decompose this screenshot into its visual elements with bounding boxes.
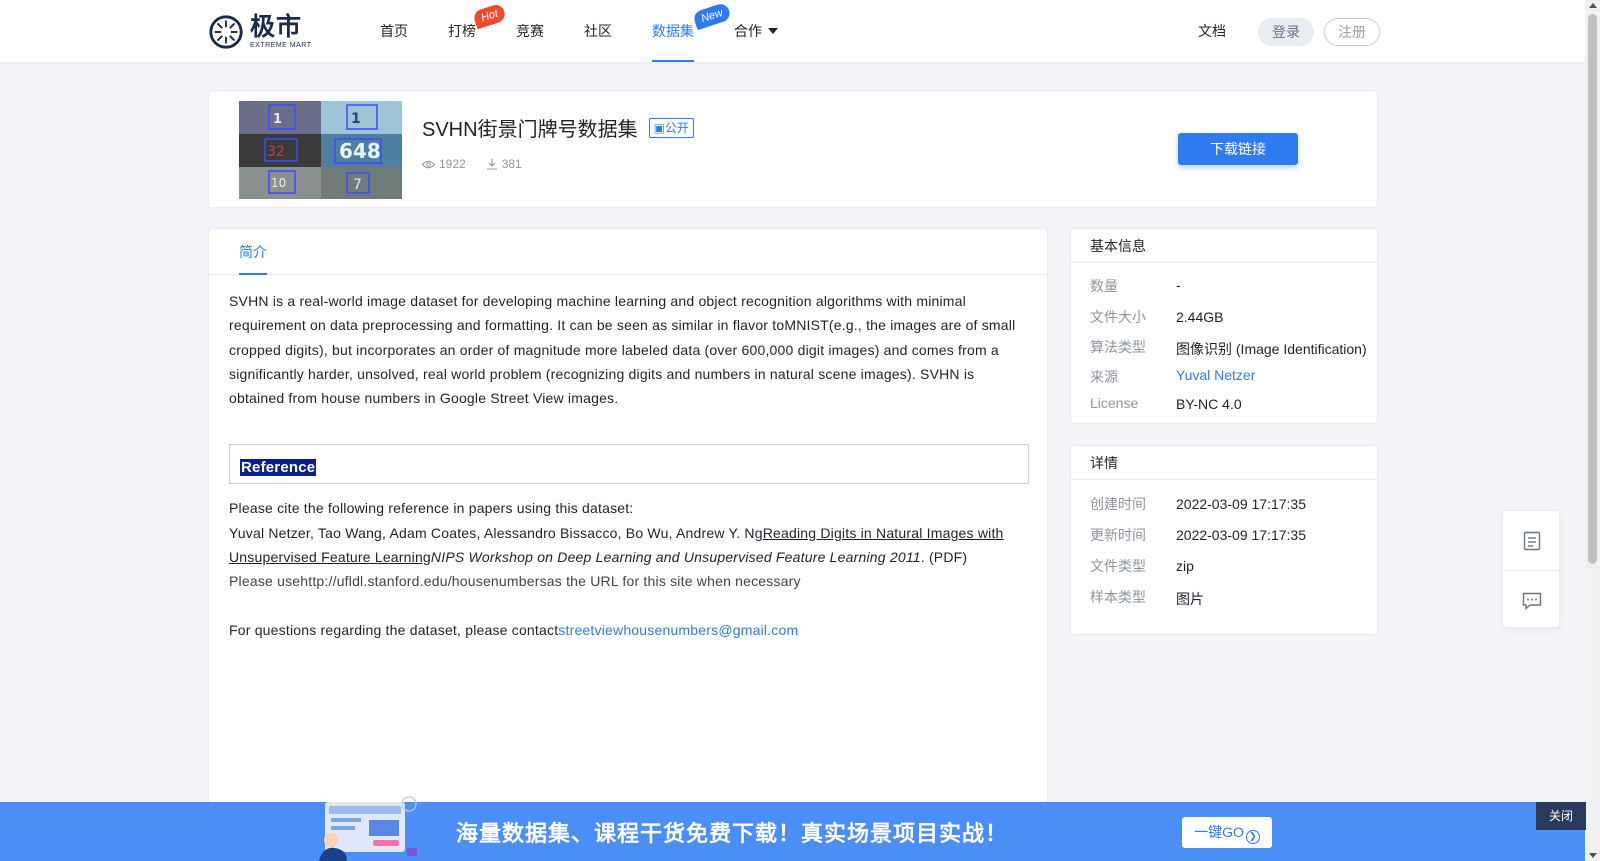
register-button[interactable]: 注册 [1324, 18, 1380, 46]
logo-icon [209, 15, 243, 49]
dataset-stats: 1922 381 [422, 157, 542, 171]
source-link[interactable]: Yuval Netzer [1176, 367, 1255, 383]
dataset-header-card: 1 1 32 648 10 7 SVHN街景门牌号数据集 ▣公开 1922 38… [208, 90, 1378, 208]
reference-heading: Reference [240, 459, 317, 477]
intro-tabs: 简介 [209, 229, 1047, 275]
visibility-badge: ▣公开 [648, 117, 694, 138]
contact-line: For questions regarding the dataset, ple… [229, 621, 799, 638]
document-icon [1523, 531, 1541, 550]
main-nav: 首页 打榜 Hot 竞赛 社区 数据集 New 合作 [380, 0, 818, 62]
site-logo[interactable]: 极市 EXTREME MART [207, 13, 312, 51]
dataset-title: SVHN街景门牌号数据集 [422, 119, 638, 141]
promo-banner[interactable]: 海量数据集、课程干货免费下载！真实场景项目实战！ 一键GO ❯ 关闭 [0, 796, 1586, 861]
svg-text:1: 1 [273, 112, 282, 127]
svg-text:1: 1 [351, 111, 361, 127]
svg-text:648: 648 [339, 139, 381, 163]
chevron-right-icon: ❯ [1245, 830, 1260, 844]
scroll-up-arrow-icon[interactable] [1589, 3, 1597, 8]
banner-text: 海量数据集、课程干货免费下载！真实场景项目实战！ [456, 821, 1009, 846]
download-count: 381 [486, 157, 522, 171]
basic-info-panel: 基本信息 数量 - 文件大小 2.44GB 算法类型 图像识别 (Image I… [1070, 228, 1378, 424]
cite-pdf: . (PDF) [920, 549, 968, 566]
cite-intro: Please cite the following reference in p… [229, 500, 634, 517]
url-line: Please usehttp://ufldl.stanford.edu/hous… [229, 573, 801, 590]
hot-badge: Hot [471, 2, 508, 30]
nav-cooperation[interactable]: 合作 [734, 0, 778, 62]
details-panel: 详情 创建时间 2022-03-09 17:17:35 更新时间 2022-03… [1070, 445, 1378, 635]
basic-info-title: 基本信息 [1071, 229, 1377, 263]
comment-button[interactable] [1503, 571, 1561, 630]
logo-text-cn: 极市 [250, 13, 303, 41]
view-count: 1922 [422, 157, 466, 171]
eye-icon [422, 160, 435, 168]
floating-tools [1502, 510, 1561, 630]
new-badge: New [692, 1, 732, 31]
svg-text:7: 7 [353, 177, 362, 193]
intro-panel: 简介 SVHN is a real-world image dataset fo… [208, 228, 1048, 861]
citation-block: Please cite the following reference in p… [229, 496, 1029, 593]
tab-intro[interactable]: 简介 [239, 229, 267, 275]
lock-icon: ▣ [653, 120, 665, 135]
intro-content: SVHN is a real-world image dataset for d… [229, 289, 1029, 642]
dataset-thumbnail: 1 1 32 648 10 7 [239, 101, 402, 199]
banner-illustration [319, 796, 417, 861]
download-link-button[interactable]: 下载链接 [1178, 133, 1298, 165]
nav-home[interactable]: 首页 [380, 0, 408, 62]
page-scrollbar[interactable] [1585, 0, 1600, 861]
nav-datasets[interactable]: 数据集 New [652, 0, 732, 62]
close-banner-button[interactable]: 关闭 [1536, 802, 1586, 830]
reference-heading-box: Reference [229, 444, 1029, 485]
svg-text:10: 10 [271, 176, 286, 190]
login-button[interactable]: 登录 [1258, 18, 1314, 46]
nav-leaderboard[interactable]: 打榜 Hot [448, 0, 508, 62]
download-icon [486, 159, 497, 170]
logo-text-en: EXTREME MART [250, 42, 312, 49]
cite-text: Yuval Netzer, Tao Wang, Adam Coates, Ale… [229, 521, 1029, 570]
svg-text:32: 32 [267, 144, 285, 160]
caret-down-icon [768, 28, 778, 34]
contact-email-link[interactable]: streetviewhousenumbers@gmail.com [558, 622, 798, 638]
cite-venue: NIPS Workshop on Deep Learning and Unsup… [430, 549, 921, 566]
nav-competition[interactable]: 竞赛 [516, 0, 544, 62]
nav-community[interactable]: 社区 [584, 0, 612, 62]
top-header: 极市 EXTREME MART 首页 打榜 Hot 竞赛 社区 数据集 New … [0, 0, 1585, 62]
scroll-down-arrow-icon[interactable] [1589, 853, 1597, 858]
intro-paragraph: SVHN is a real-world image dataset for d… [229, 293, 1016, 407]
go-button[interactable]: 一键GO ❯ [1182, 817, 1272, 848]
scroll-thumb[interactable] [1588, 14, 1597, 564]
details-title: 详情 [1071, 446, 1377, 480]
cite-authors: Yuval Netzer, Tao Wang, Adam Coates, Ale… [229, 524, 763, 541]
docs-link[interactable]: 文档 [1198, 0, 1226, 62]
comment-icon [1522, 592, 1542, 610]
document-button[interactable] [1503, 511, 1561, 570]
